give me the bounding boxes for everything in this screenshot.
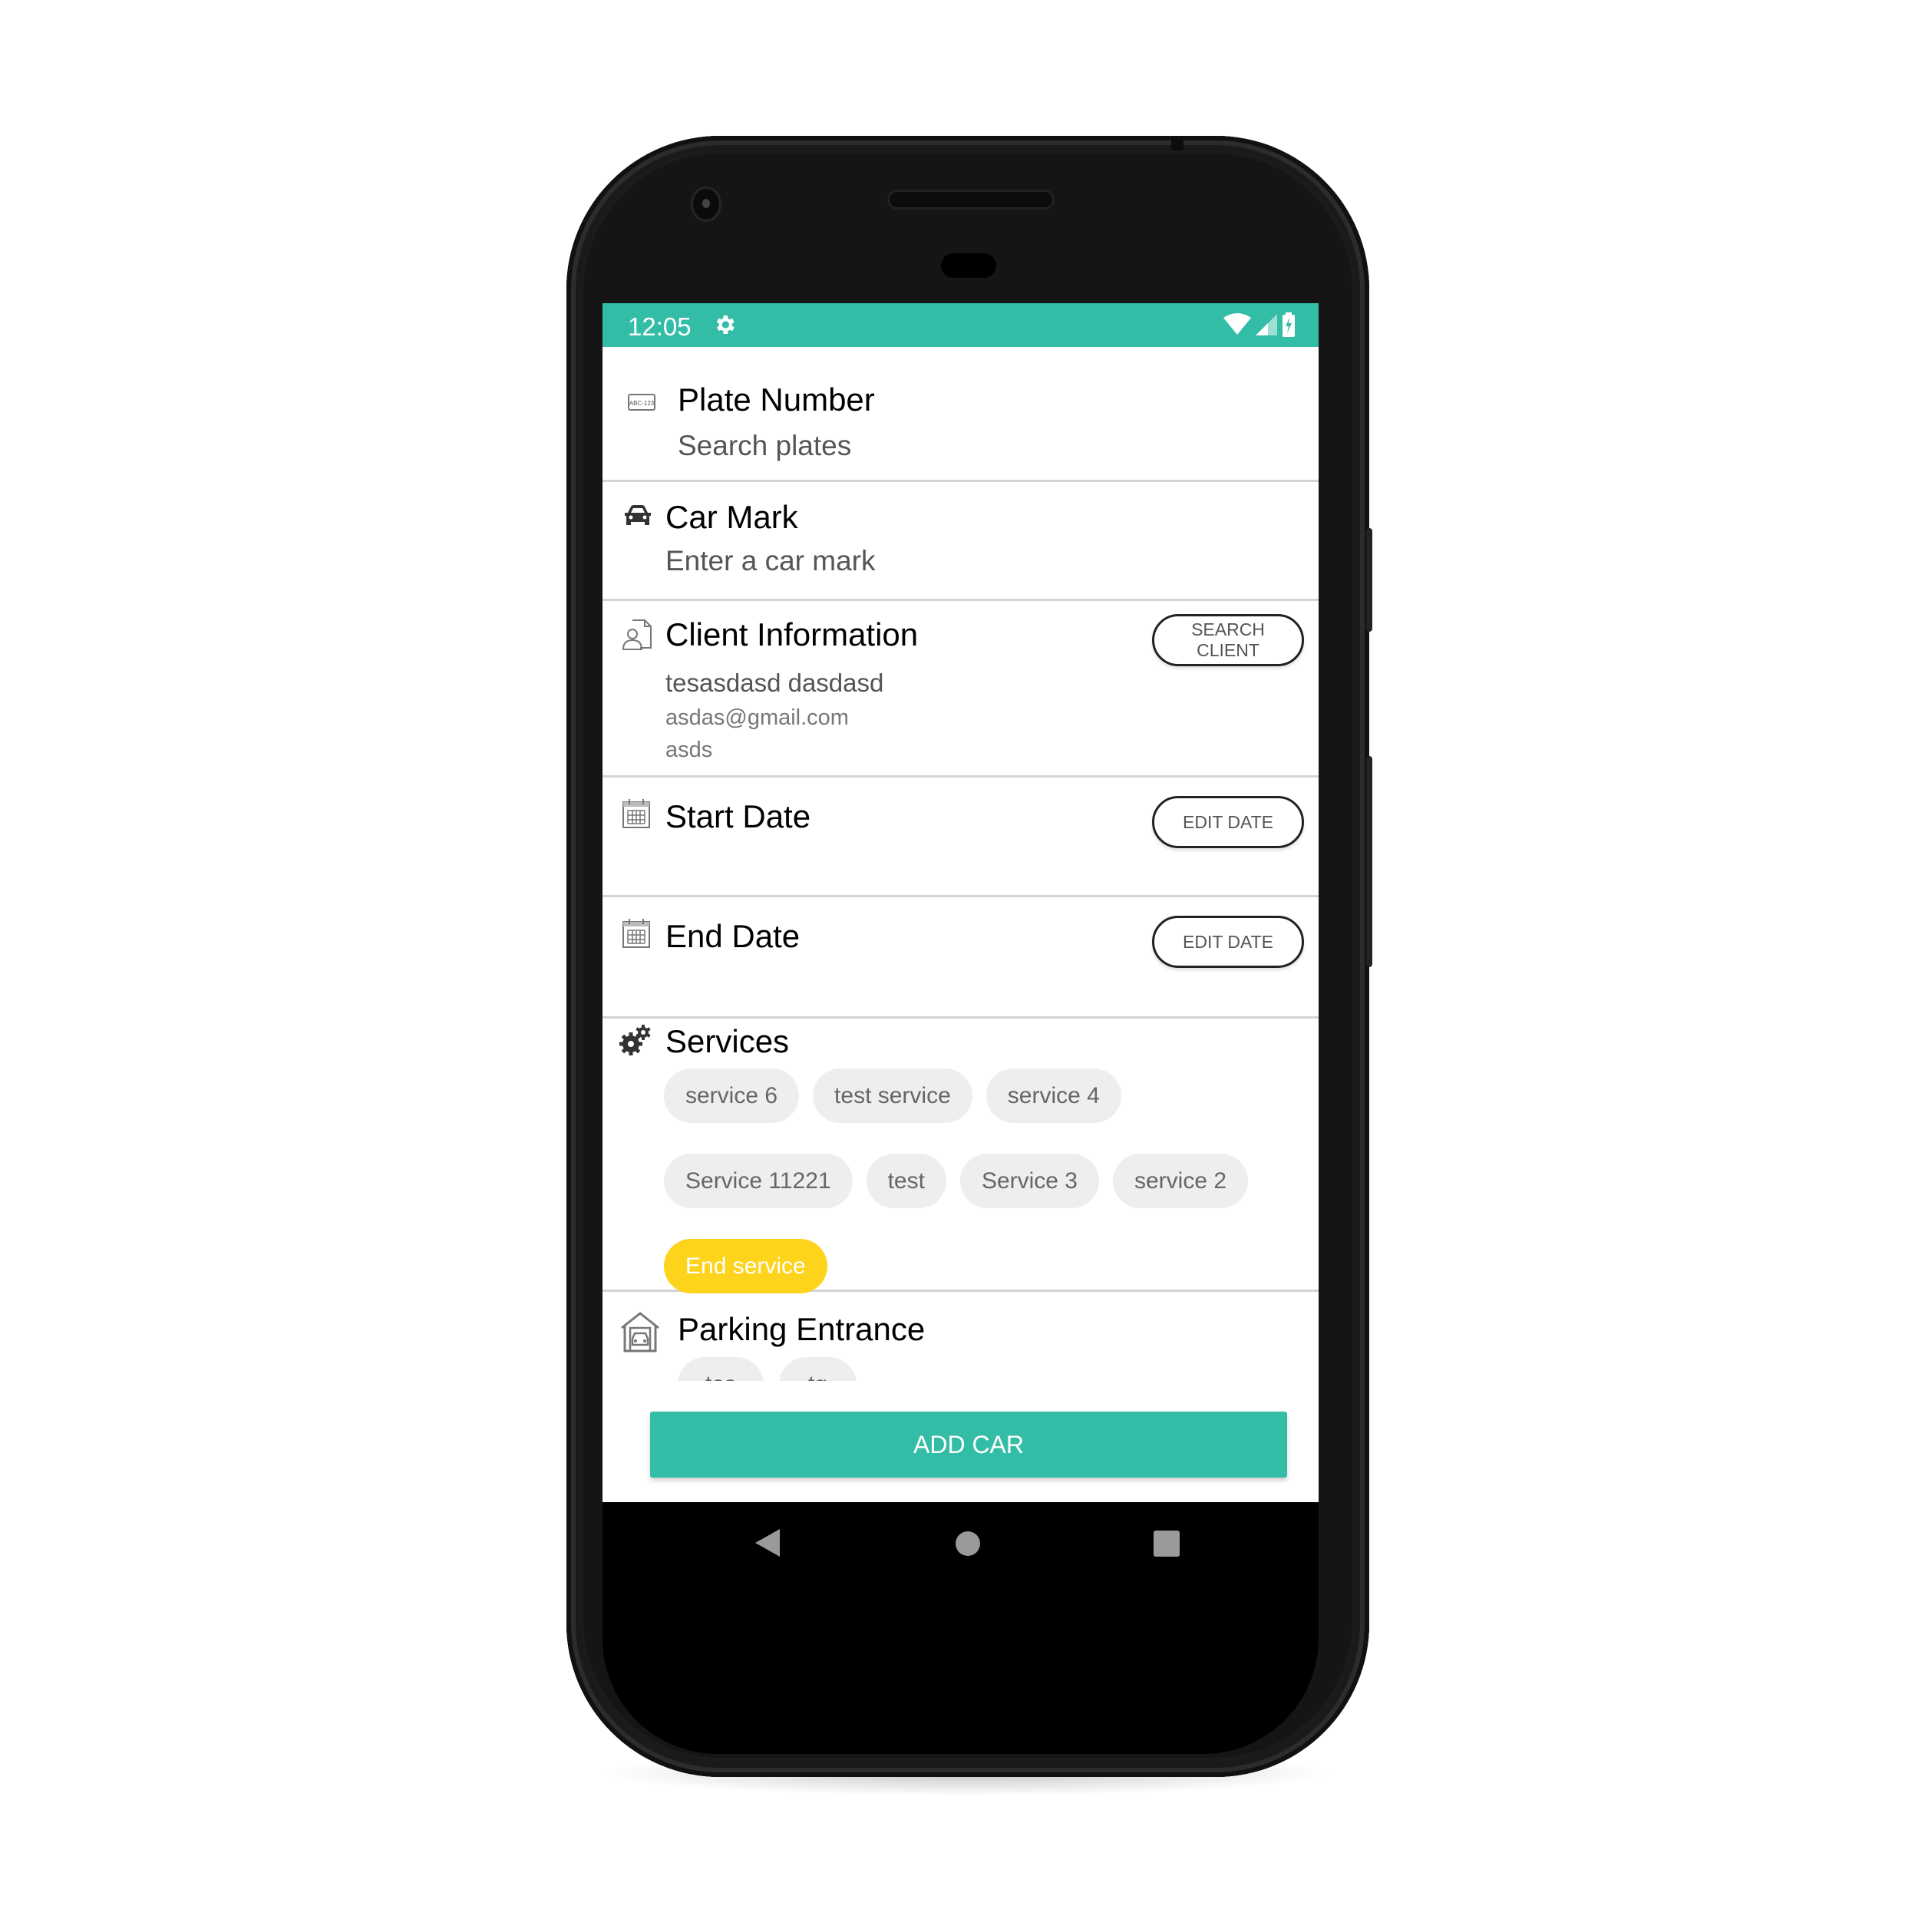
gears-icon — [619, 1025, 651, 1055]
search-client-button[interactable]: SEARCH CLIENT — [1152, 614, 1304, 666]
parking-chip[interactable]: tg — [779, 1357, 857, 1381]
status-time: 12:05 — [628, 312, 692, 341]
client-name: tesasdasd dasdasd — [665, 669, 884, 697]
home-icon[interactable] — [956, 1531, 980, 1556]
client-extra-info: asds — [665, 738, 713, 762]
parking-entrance-section: Parking Entrance tes tg — [602, 1292, 1319, 1392]
client-document-icon — [622, 619, 652, 650]
service-chip[interactable]: Service 3 — [959, 1154, 1099, 1208]
settings-gear-icon — [716, 315, 735, 334]
phone-top-seam — [1171, 137, 1184, 150]
back-icon[interactable] — [755, 1529, 780, 1557]
earpiece-speaker — [890, 192, 1052, 207]
calendar-icon — [622, 799, 650, 828]
service-chip[interactable]: service 6 — [664, 1068, 800, 1123]
services-chip-group: service 6 test service service 4 Service… — [664, 1068, 1293, 1293]
volume-button — [1366, 756, 1372, 967]
car-mark-title: Car Mark — [665, 499, 798, 535]
end-date-section: End Date EDIT DATE — [602, 897, 1319, 1019]
parking-entrance-title: Parking Entrance — [678, 1311, 926, 1347]
svg-text:ABC-123: ABC-123 — [629, 400, 655, 407]
status-bar: 12:05 — [602, 303, 1319, 347]
client-information-section: Client Information SEARCH CLIENT tesasda… — [602, 601, 1319, 778]
license-plate-icon: ABC-123 — [628, 394, 655, 411]
wifi-icon — [1223, 313, 1251, 335]
edit-end-date-button[interactable]: EDIT DATE — [1152, 916, 1304, 968]
service-chip[interactable]: test — [866, 1154, 946, 1208]
calendar-icon — [622, 919, 650, 948]
app-screen: 12:05 ABC-123 Plate Number Search plates… — [602, 303, 1319, 1502]
garage-icon — [621, 1312, 659, 1352]
services-title: Services — [665, 1023, 790, 1059]
client-email: asdas@gmail.com — [665, 705, 849, 730]
end-date-title: End Date — [665, 918, 801, 954]
start-date-title: Start Date — [665, 798, 811, 834]
service-chip[interactable]: service 4 — [985, 1068, 1121, 1123]
edit-start-date-button[interactable]: EDIT DATE — [1152, 796, 1304, 848]
plate-number-title: Plate Number — [678, 381, 875, 418]
plate-search-input[interactable]: Search plates — [678, 430, 851, 462]
proximity-sensor — [941, 253, 996, 278]
plate-number-section[interactable]: ABC-123 Plate Number Search plates — [602, 347, 1319, 482]
start-date-section: Start Date EDIT DATE — [602, 778, 1319, 897]
parking-chip[interactable]: tes — [678, 1357, 764, 1381]
front-camera — [693, 189, 719, 220]
services-section: Services service 6 test service service … — [602, 1019, 1319, 1293]
car-mark-input[interactable]: Enter a car mark — [665, 545, 875, 577]
car-mark-section[interactable]: Car Mark Enter a car mark — [602, 482, 1319, 601]
recents-icon[interactable] — [1154, 1531, 1180, 1557]
cell-signal-icon — [1256, 314, 1277, 335]
car-icon — [625, 505, 651, 525]
add-car-button[interactable]: ADD CAR — [650, 1412, 1287, 1478]
status-icons — [1223, 312, 1296, 337]
parking-chip-clip: tes tg — [678, 1357, 1138, 1381]
service-chip-selected[interactable]: End service — [664, 1239, 827, 1293]
service-chip[interactable]: Service 11221 — [664, 1154, 853, 1208]
power-button — [1366, 528, 1372, 632]
service-chip[interactable]: test service — [813, 1068, 972, 1123]
service-chip[interactable]: service 2 — [1113, 1154, 1249, 1208]
client-information-title: Client Information — [665, 616, 919, 652]
battery-charging-icon — [1283, 312, 1295, 337]
